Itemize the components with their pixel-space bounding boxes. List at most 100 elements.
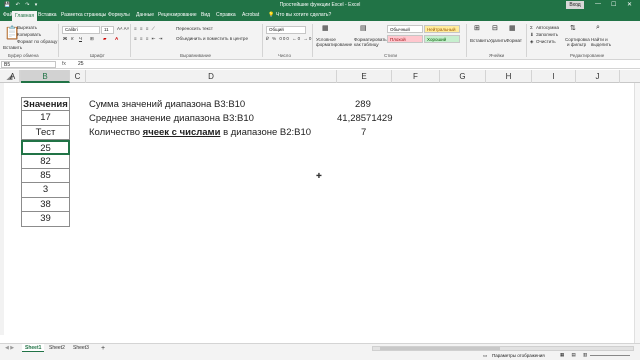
format-as-table-button-line2[interactable]: как таблицу (354, 42, 379, 47)
average-result[interactable]: 41,28571429 (337, 113, 392, 124)
delete-cells-icon[interactable]: ⊟ (492, 24, 498, 32)
cut-button[interactable]: Вырезать (17, 25, 37, 30)
login-button[interactable]: Вход (566, 1, 584, 9)
underline-button[interactable]: Ч (79, 36, 82, 41)
tab-acrobat[interactable]: Acrobat (242, 12, 259, 18)
merge-center-button[interactable]: Объединить и поместить в центре (176, 36, 248, 41)
minimize-icon[interactable]: — (595, 1, 601, 7)
tab-home[interactable]: Главная (12, 11, 38, 21)
number-format-select[interactable]: Общий (266, 26, 306, 34)
styles-group-label: Стили (384, 53, 397, 58)
vertical-align-icons[interactable]: ≡ ≡ ≡ ⟋ (134, 26, 156, 31)
count-result[interactable]: 7 (361, 127, 366, 138)
tab-help[interactable]: Справка (216, 12, 236, 18)
column-header-i[interactable]: I (532, 70, 576, 83)
tab-review[interactable]: Рецензирование (158, 12, 197, 18)
sum-result[interactable]: 289 (355, 99, 371, 110)
font-name-select[interactable]: Calibri (62, 26, 100, 34)
selected-cell[interactable]: 25 (21, 140, 70, 155)
wrap-text-button[interactable]: Переносить текст (176, 26, 213, 31)
fill-color-icon[interactable]: ▰ (103, 36, 106, 42)
close-icon[interactable]: ✕ (627, 1, 632, 8)
clear-button[interactable]: Очистить (536, 39, 556, 44)
table-cell[interactable]: 85 (21, 169, 70, 184)
tab-page-layout[interactable]: Разметка страницы (61, 12, 106, 18)
style-neutral[interactable]: Нейтральный (424, 25, 460, 33)
column-header-f[interactable]: F (392, 70, 440, 83)
column-header-j[interactable]: J (576, 70, 620, 83)
maximize-icon[interactable]: ☐ (611, 1, 616, 8)
group-divider (526, 24, 527, 57)
number-group-label: Число (278, 53, 291, 58)
table-cell[interactable]: 3 (21, 183, 70, 198)
find-select-button-line2[interactable]: выделить (591, 42, 611, 47)
fx-icon[interactable]: fx (62, 61, 66, 67)
find-select-icon[interactable]: ⌕ (596, 24, 600, 32)
sort-filter-icon[interactable]: ⇅ (570, 24, 576, 32)
insert-cells-icon[interactable]: ⊞ (474, 24, 480, 32)
conditional-format-icon[interactable]: ▦ (322, 24, 329, 32)
autosum-button[interactable]: Автосумма (536, 25, 559, 30)
fill-icon[interactable]: ⬇ (530, 32, 534, 38)
row-headers (0, 83, 4, 335)
font-grow-icon[interactable]: A˄ A˅ (117, 26, 129, 31)
paste-button[interactable]: Вставить (3, 45, 22, 50)
clear-icon[interactable]: ◈ (530, 39, 533, 45)
font-size-select[interactable]: 11 (101, 26, 114, 34)
sort-filter-button-line2[interactable]: и фильтр (567, 42, 586, 47)
style-good[interactable]: Хороший (424, 35, 460, 43)
view-mode-icons[interactable]: ▦ ▤ ▥ (560, 352, 590, 358)
display-settings-button[interactable]: Параметры отображения (492, 353, 545, 358)
column-header-h[interactable]: H (486, 70, 532, 83)
column-header-a[interactable]: A (5, 70, 21, 83)
table-cell[interactable]: 17 (21, 111, 70, 126)
ribbon: 📋 Вставить Вырезать Копировать Формат по… (0, 21, 640, 60)
table-cell[interactable]: 39 (21, 212, 70, 227)
group-divider (262, 24, 263, 57)
insert-cells-button[interactable]: Вставить (470, 38, 489, 43)
copy-button[interactable]: Копировать (17, 32, 41, 37)
tell-me-search[interactable]: Что вы хотите сделать? (276, 12, 331, 18)
name-box[interactable]: B5 (1, 61, 56, 68)
format-cells-icon[interactable]: ▦ (509, 24, 516, 32)
conditional-format-button-line2[interactable]: форматирование (316, 42, 352, 47)
column-header-g[interactable]: G (440, 70, 486, 83)
table-cell[interactable]: Тест (21, 125, 70, 141)
bold-button[interactable]: Ж (63, 36, 67, 41)
column-header-c[interactable]: C (70, 70, 86, 83)
delete-cells-button[interactable]: Удалить (489, 38, 506, 43)
italic-button[interactable]: К (71, 36, 74, 41)
fill-button[interactable]: Заполнить (536, 32, 558, 37)
count-label[interactable]: Количество ячеек с числами в диапазоне B… (89, 127, 311, 138)
column-header-d[interactable]: D (86, 70, 337, 83)
vertical-scrollbar[interactable] (634, 83, 640, 343)
sum-label[interactable]: Сумма значений диапазона B3:B10 (89, 99, 245, 110)
column-header-e[interactable]: E (337, 70, 392, 83)
style-bad[interactable]: Плохой (387, 35, 423, 43)
style-normal[interactable]: Обычный (387, 25, 423, 33)
table-header-cell[interactable]: Значения (21, 97, 70, 112)
formula-input[interactable]: 25 (78, 61, 84, 67)
tell-me-icon[interactable]: 💡 (268, 12, 274, 18)
format-cells-button[interactable]: Формат (506, 38, 522, 43)
tab-insert[interactable]: Вставка (38, 12, 57, 18)
format-painter-button[interactable]: Формат по образцу (17, 39, 57, 44)
number-format-icons[interactable]: ₽ % 000 ←0 →0 (266, 36, 312, 42)
zoom-slider[interactable] (590, 355, 630, 356)
table-cell[interactable]: 82 (21, 154, 70, 169)
display-settings-icon[interactable]: ▭ (483, 353, 487, 359)
font-color-icon[interactable]: A (115, 36, 118, 41)
average-label[interactable]: Среднее значение диапазона B3:B10 (89, 113, 254, 124)
borders-icon[interactable]: ⊞ (90, 36, 94, 42)
editing-group-label: Редактирование (570, 53, 605, 58)
tab-view[interactable]: Вид (201, 12, 210, 18)
format-table-icon[interactable]: ▤ (360, 24, 367, 32)
autosum-icon[interactable]: Σ (530, 25, 533, 30)
column-header-b[interactable]: B (21, 70, 70, 83)
tab-data[interactable]: Данные (136, 12, 154, 18)
table-cell[interactable]: 38 (21, 197, 70, 213)
mouse-cursor-icon: ✚ (316, 173, 322, 180)
tab-formulas[interactable]: Формулы (108, 12, 130, 18)
horizontal-align-icons[interactable]: ≡ ≡ ≡ ⇤ ⇥ (134, 36, 163, 42)
horizontal-scroll-thumb[interactable] (380, 347, 500, 350)
